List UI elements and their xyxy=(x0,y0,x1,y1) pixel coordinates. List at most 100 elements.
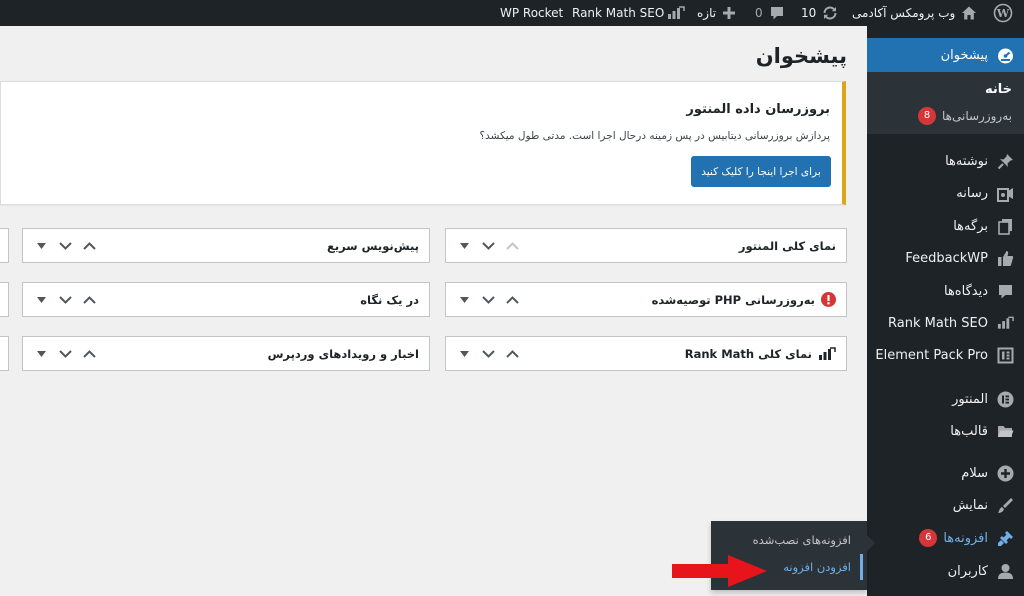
menu-elementor[interactable]: المنتور xyxy=(867,384,1024,414)
menu-rank-math[interactable]: Rank Math SEO xyxy=(867,308,1024,338)
flyout-installed-plugins[interactable]: افزونه‌های نصب‌شده xyxy=(753,533,851,547)
widget-wp-events: اخبار و رویدادهای وردپرس xyxy=(22,336,430,371)
menu-plugins-label: افزونه‌ها xyxy=(943,530,988,546)
comment-icon xyxy=(997,283,1014,300)
menu-rank-math-label: Rank Math SEO xyxy=(888,315,988,331)
home-icon xyxy=(961,5,977,21)
chevron-down-icon[interactable] xyxy=(53,283,77,316)
comments-menu[interactable]: 0 xyxy=(755,0,785,26)
user-icon xyxy=(997,563,1014,580)
thumbs-up-icon xyxy=(997,250,1014,267)
widget-quick-draft: پیش‌نویس سریع xyxy=(22,228,430,263)
chevron-down-icon[interactable] xyxy=(53,337,77,370)
wp-rocket-menu[interactable]: WP Rocket xyxy=(500,0,563,26)
chevron-up-icon[interactable] xyxy=(500,229,524,262)
site-name: وب پرومکس آکادمی xyxy=(852,6,956,20)
menu-hello-label: سلام xyxy=(961,465,988,481)
wordpress-icon: W xyxy=(993,3,1013,23)
pages-icon xyxy=(997,218,1014,235)
menu-plugins[interactable]: 6 افزونه‌ها xyxy=(867,523,1024,553)
widget-controls xyxy=(29,283,101,316)
chevron-up-icon[interactable] xyxy=(500,337,524,370)
chevron-down-icon[interactable] xyxy=(476,337,500,370)
elementor-icon xyxy=(997,391,1014,408)
refresh-icon xyxy=(822,5,838,21)
menu-templates[interactable]: قالب‌ها xyxy=(867,416,1024,446)
caret-down-icon[interactable] xyxy=(452,337,476,370)
widget-controls xyxy=(452,229,524,262)
caret-down-icon[interactable] xyxy=(452,283,476,316)
updates-menu[interactable]: 10 xyxy=(801,0,838,26)
widget-rank-math-overview: نمای کلی Rank Math xyxy=(445,336,847,371)
chevron-down-icon[interactable] xyxy=(476,283,500,316)
site-name-menu[interactable]: وب پرومکس آکادمی xyxy=(852,0,977,26)
run-update-button[interactable]: برای اجرا اینجا را کلیک کنید xyxy=(691,156,831,187)
notice-text: پردازش بروزرسانی دیتابیس در پس زمینه درح… xyxy=(479,130,830,142)
chevron-down-icon[interactable] xyxy=(476,229,500,262)
widget-quick-draft-title: پیش‌نویس سریع xyxy=(326,238,419,253)
flyout-focus-indicator xyxy=(860,554,863,580)
new-label: تازه xyxy=(697,6,717,20)
media-icon xyxy=(997,185,1014,202)
menu-dashboard[interactable]: پیشخوان xyxy=(867,40,1024,70)
notice-title: بروزرسان داده المنتور xyxy=(686,102,830,117)
widget-php-update-label: به‌روزرسانی PHP توصیه‌شده xyxy=(651,292,815,307)
updates-count: 10 xyxy=(801,6,817,20)
menu-pages-label: برگه‌ها xyxy=(953,218,988,234)
plugins-badge: 6 xyxy=(919,529,938,547)
menu-appearance-label: نمایش xyxy=(952,497,988,513)
flyout-add-new-plugin[interactable]: افزودن افزونه xyxy=(783,560,851,574)
caret-down-icon[interactable] xyxy=(29,337,53,370)
menu-elementor-label: المنتور xyxy=(952,391,988,407)
widget-php-update: به‌روزرسانی PHP توصیه‌شده xyxy=(445,282,847,317)
submenu-updates[interactable]: به‌روزرسانی‌ها 8 xyxy=(867,101,1024,131)
menu-posts[interactable]: نوشته‌ها xyxy=(867,146,1024,176)
menu-comments-label: دیدگاه‌ها xyxy=(943,283,988,299)
chevron-down-icon[interactable] xyxy=(53,229,77,262)
widget-php-update-title: به‌روزرسانی PHP توصیه‌شده xyxy=(652,283,836,316)
menu-users[interactable]: کاربران xyxy=(867,556,1024,586)
new-content-menu[interactable]: تازه xyxy=(697,0,736,26)
chevron-up-icon[interactable] xyxy=(77,337,101,370)
widget-partial-left xyxy=(0,336,9,371)
folder-icon xyxy=(997,423,1014,440)
menu-appearance[interactable]: نمایش xyxy=(867,490,1024,520)
menu-posts-label: نوشته‌ها xyxy=(945,153,988,169)
menu-users-label: کاربران xyxy=(947,563,988,579)
caret-down-icon[interactable] xyxy=(452,229,476,262)
menu-dashboard-label: پیشخوان xyxy=(940,47,988,63)
menu-feedbackwp-label: FeedbackWP xyxy=(905,250,988,266)
warning-icon xyxy=(821,292,836,307)
menu-media-label: رسانه xyxy=(956,185,988,201)
menu-hello[interactable]: سلام xyxy=(867,458,1024,488)
menu-feedbackwp[interactable]: FeedbackWP xyxy=(867,243,1024,273)
submenu-home[interactable]: خانه xyxy=(867,74,1024,104)
chevron-up-icon[interactable] xyxy=(77,283,101,316)
menu-comments[interactable]: دیدگاه‌ها xyxy=(867,276,1024,306)
caret-down-icon[interactable] xyxy=(29,283,53,316)
widget-controls xyxy=(452,283,524,316)
widget-at-a-glance: در یک نگاه xyxy=(22,282,430,317)
wordpress-logo-menu[interactable]: W xyxy=(993,0,1013,26)
pin-icon xyxy=(997,153,1014,170)
wp-rocket-label: WP Rocket xyxy=(500,6,564,20)
admin-bar: W وب پرومکس آکادمی 10 0 تازه Rank Math S… xyxy=(0,0,1024,26)
svg-text:W: W xyxy=(996,7,1010,20)
updates-badge: 8 xyxy=(918,107,936,125)
flyout-pointer xyxy=(867,535,875,551)
menu-pages[interactable]: برگه‌ها xyxy=(867,211,1024,241)
chevron-up-icon[interactable] xyxy=(500,283,524,316)
rank-math-menu[interactable]: Rank Math SEO xyxy=(572,0,686,26)
menu-media[interactable]: رسانه xyxy=(867,178,1024,208)
page-title: پیشخوان xyxy=(755,44,847,68)
elementor-update-notice: بروزرسان داده المنتور پردازش بروزرسانی د… xyxy=(0,81,846,205)
caret-down-icon[interactable] xyxy=(29,229,53,262)
dashboard-icon xyxy=(997,47,1014,64)
menu-element-pack[interactable]: Element Pack Pro xyxy=(867,340,1024,370)
comments-count: 0 xyxy=(755,6,763,20)
widget-partial-left xyxy=(0,228,9,263)
plugin-icon xyxy=(997,530,1014,547)
menu-templates-label: قالب‌ها xyxy=(950,423,988,439)
chevron-up-icon[interactable] xyxy=(77,229,101,262)
submenu-home-label: خانه xyxy=(984,81,1012,97)
